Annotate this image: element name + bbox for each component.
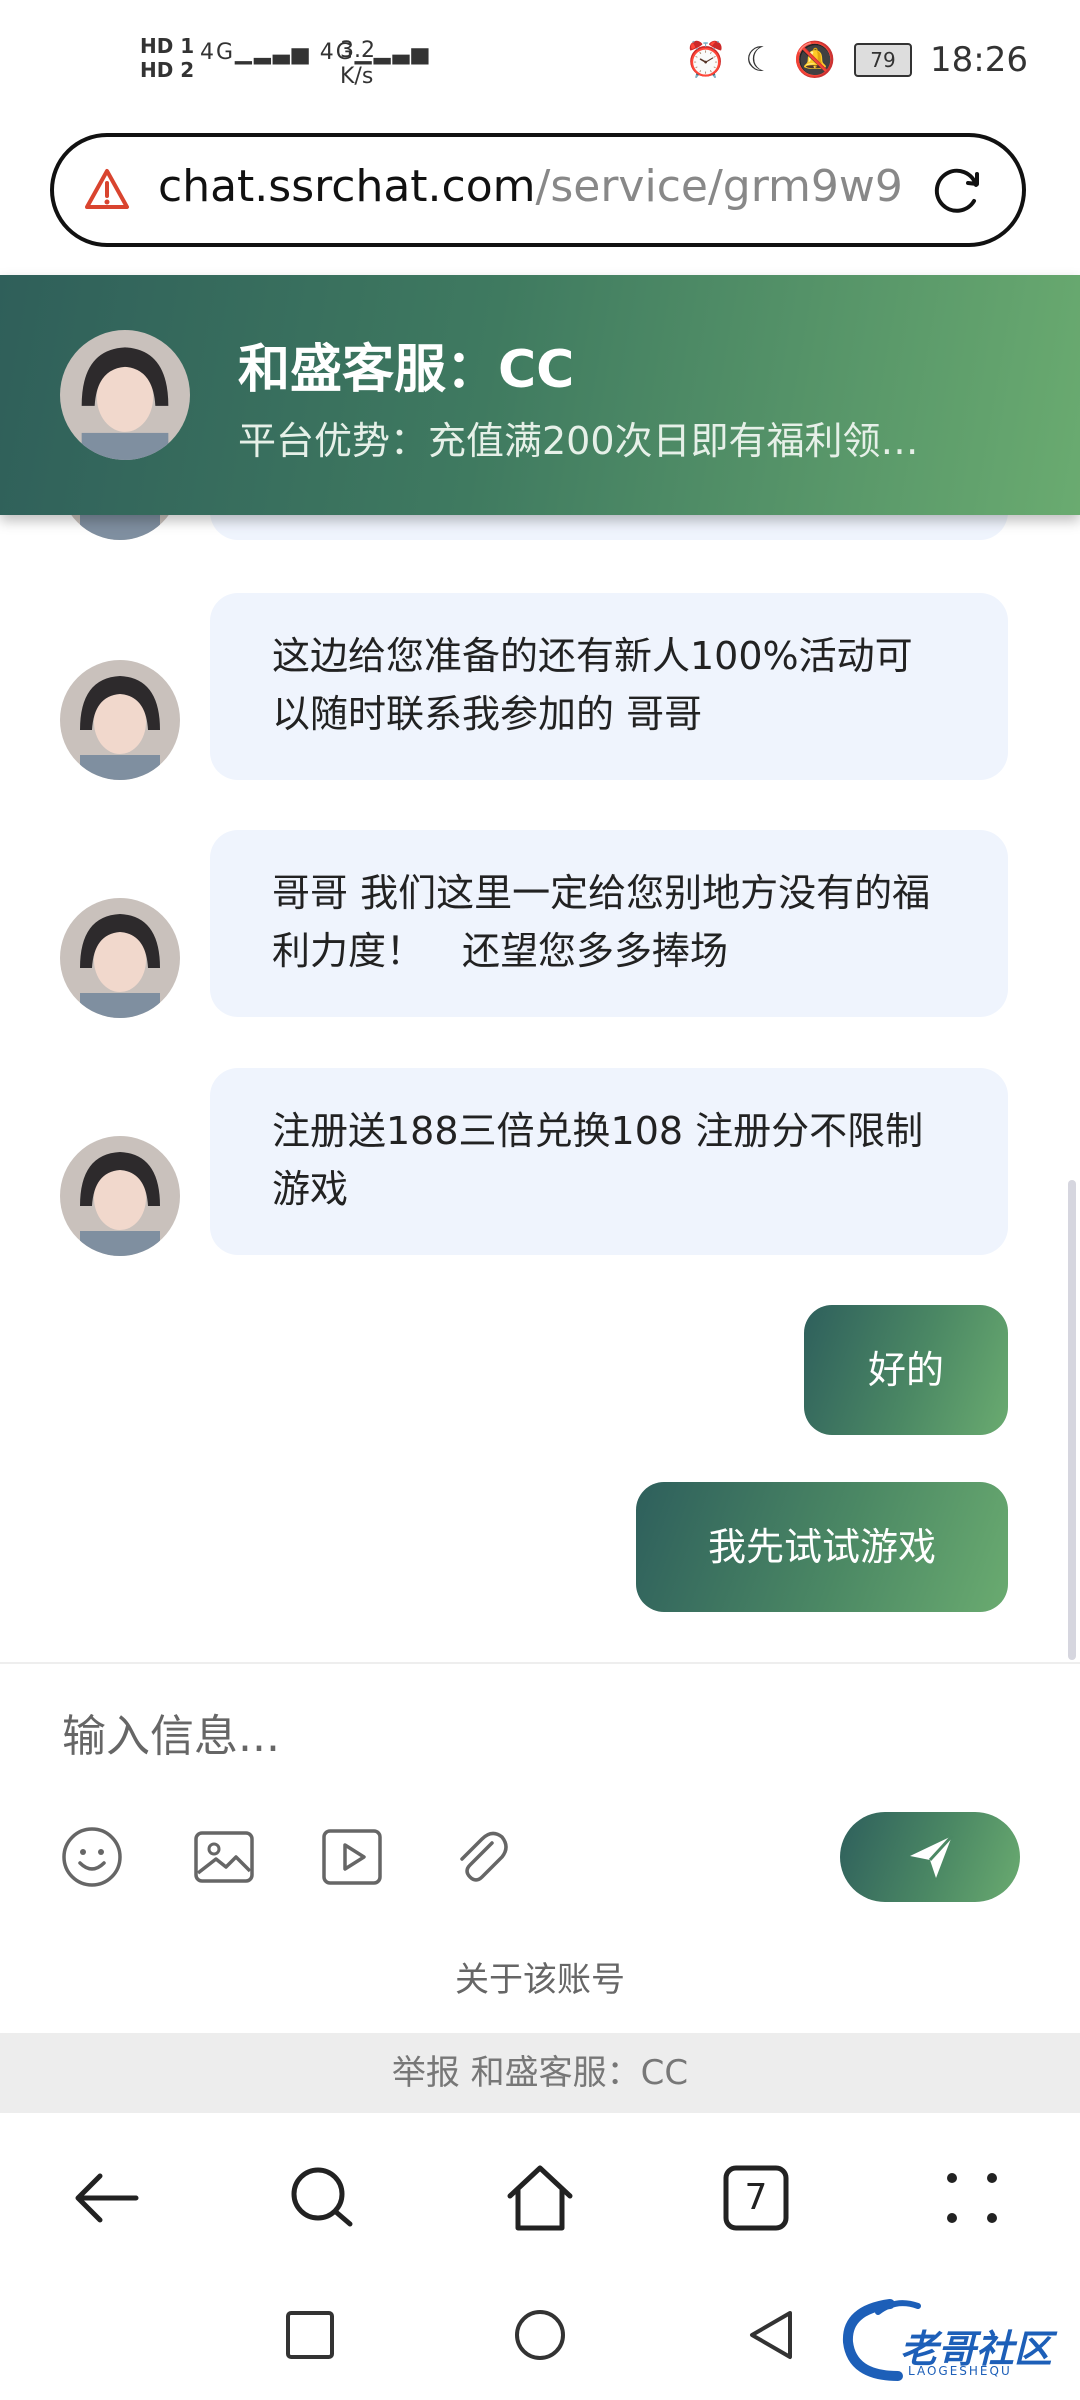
reload-icon[interactable] xyxy=(930,163,986,219)
avatar-image xyxy=(60,660,180,780)
agent-avatar xyxy=(60,660,180,780)
tab-count: 7 xyxy=(744,2177,768,2218)
recent-apps-icon[interactable] xyxy=(280,2305,340,2365)
about-account-link[interactable]: 关于该账号 xyxy=(0,1952,1080,2001)
url-path: /service/grm9w9 xyxy=(535,161,903,212)
message-bubble: 注册送188三倍兑换108 注册分不限制游戏 xyxy=(210,1068,1008,1255)
header-avatar[interactable] xyxy=(60,330,190,460)
image-icon[interactable] xyxy=(192,1825,256,1889)
moon-icon: ☾ xyxy=(745,40,776,80)
my-message-bubble: 我先试试游戏 xyxy=(636,1482,1008,1612)
warning-icon[interactable] xyxy=(84,167,130,213)
signal-indicators: 4G▁▂▃▅ 4G▁▂▃▅ xyxy=(200,40,430,65)
avatar-image xyxy=(60,1136,180,1256)
attachment-icon[interactable] xyxy=(448,1825,512,1889)
mute-icon: 🔕 xyxy=(793,40,837,80)
avatar-image xyxy=(60,898,180,1018)
speed-value: 3.2 xyxy=(340,38,375,63)
signal1-label: 4G xyxy=(200,40,236,65)
tabs-button[interactable]: 7 xyxy=(718,2160,794,2236)
home-nav-icon[interactable] xyxy=(510,2305,570,2365)
message-input[interactable]: 输入信息... xyxy=(62,1700,280,1764)
scrollbar[interactable] xyxy=(1068,1180,1076,1660)
url-host: chat.ssrchat.com xyxy=(158,161,536,212)
home-icon[interactable] xyxy=(502,2160,578,2236)
avatar-image xyxy=(60,330,190,460)
send-button[interactable] xyxy=(840,1812,1020,1902)
message-bubble: 这边给您准备的还有新人100%活动可以随时联系我参加的 哥哥 xyxy=(210,593,1008,780)
my-message-bubble: 好的 xyxy=(804,1305,1008,1435)
status-right: ⏰ ☾ 🔕 79 18:26 xyxy=(685,40,1028,80)
url-text[interactable]: chat.ssrchat.com/service/grm9w9 xyxy=(158,161,903,212)
search-icon[interactable] xyxy=(284,2160,360,2236)
network-speed: 3.2 K/s xyxy=(340,38,375,90)
chat-title: 和盛客服：CC xyxy=(238,340,575,400)
clock: 18:26 xyxy=(930,40,1028,80)
alarm-icon: ⏰ xyxy=(684,40,728,80)
watermark-sub: LAOGESHEQU xyxy=(908,2364,1012,2378)
speed-unit: K/s xyxy=(340,64,374,89)
url-bar[interactable]: chat.ssrchat.com/service/grm9w9 xyxy=(50,133,1026,247)
signal1-icon: ▁▂▃▅ xyxy=(235,40,311,65)
battery-icon: 79 xyxy=(854,43,913,77)
sim-indicators: HD 1 HD 2 xyxy=(140,34,194,82)
menu-icon[interactable] xyxy=(934,2160,1010,2236)
sim2-label: HD 2 xyxy=(140,58,195,82)
back-nav-icon[interactable] xyxy=(740,2305,800,2365)
divider xyxy=(0,1662,1080,1664)
report-link[interactable]: 举报 和盛客服：CC xyxy=(0,2033,1080,2113)
chat-subtitle: 平台优势：充值满200次日即有福利领… xyxy=(238,419,919,463)
emoji-icon[interactable] xyxy=(60,1825,124,1889)
send-icon xyxy=(910,1834,954,1878)
sim1-label: HD 1 xyxy=(140,34,195,58)
status-bar: HD 1 HD 2 4G▁▂▃▅ 4G▁▂▃▅ 3.2 K/s ⏰ ☾ 🔕 79… xyxy=(0,0,1080,130)
agent-avatar xyxy=(60,1136,180,1256)
message-bubble: 哥哥 我们这里一定给您别地方没有的福利力度！ 还望您多多捧场 xyxy=(210,830,1008,1017)
video-icon[interactable] xyxy=(320,1825,384,1889)
back-icon[interactable] xyxy=(70,2160,146,2236)
chat-header: 和盛客服：CC 平台优势：充值满200次日即有福利领… xyxy=(0,275,1080,515)
agent-avatar xyxy=(60,898,180,1018)
